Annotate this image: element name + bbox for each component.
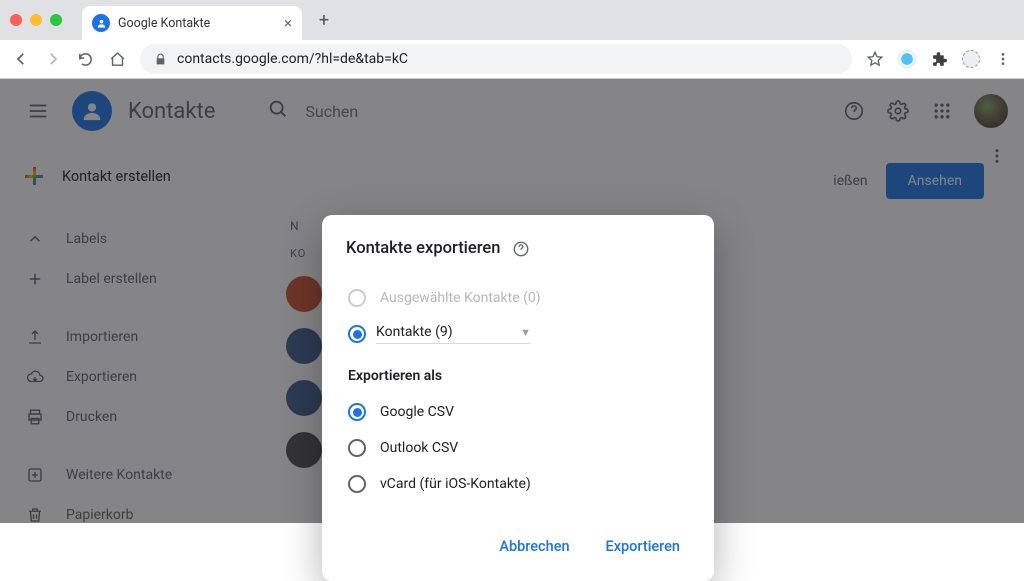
export-button[interactable]: Exportieren: [602, 532, 684, 561]
chevron-down-icon: ▼: [520, 326, 531, 339]
url-text: contacts.google.com/?hl=de&tab=kC: [177, 51, 408, 67]
new-tab-button[interactable]: +: [310, 6, 338, 34]
window-controls: [10, 14, 62, 26]
radio-label: vCard (für iOS-Kontakte): [380, 476, 531, 492]
radio-label: Outlook CSV: [380, 440, 458, 456]
browser-tab[interactable]: Google Kontakte ×: [82, 6, 302, 40]
app: Kontakte Kontakt erstellen Labels: [0, 79, 1024, 523]
export-dialog: Kontakte exportieren Ausgewählte Kontakt…: [322, 215, 714, 581]
dialog-header: Kontakte exportieren: [346, 239, 690, 258]
minimize-window-icon[interactable]: [30, 14, 42, 26]
browser-menu-icon[interactable]: [994, 51, 1012, 67]
close-tab-icon[interactable]: ×: [284, 14, 292, 32]
extension-icon-2[interactable]: [962, 50, 980, 68]
radio-format-vcard[interactable]: vCard (für iOS-Kontakte): [346, 466, 690, 502]
close-window-icon[interactable]: [10, 14, 22, 26]
radio-format-outlook[interactable]: Outlook CSV: [346, 430, 690, 466]
extensions-icon[interactable]: [930, 51, 948, 68]
radio-option-all[interactable]: Kontakte (9) ▼: [346, 316, 690, 352]
star-icon[interactable]: [866, 50, 884, 68]
tab-bar: Google Kontakte × +: [0, 0, 1024, 40]
format-heading: Exportieren als: [348, 368, 690, 384]
radio-format-google[interactable]: Google CSV: [346, 394, 690, 430]
cancel-button[interactable]: Abbrechen: [495, 532, 573, 561]
radio-icon[interactable]: [348, 439, 366, 457]
forward-button: [44, 50, 62, 68]
tab-title: Google Kontakte: [118, 16, 210, 31]
radio-icon[interactable]: [348, 403, 366, 421]
extension-icon-1[interactable]: [898, 50, 916, 68]
radio-icon[interactable]: [348, 325, 366, 343]
lock-icon: [154, 53, 167, 66]
maximize-window-icon[interactable]: [50, 14, 62, 26]
radio-icon: [348, 289, 366, 307]
browser-chrome: Google Kontakte × + contacts.google.com/…: [0, 0, 1024, 79]
radio-icon[interactable]: [348, 475, 366, 493]
select-value: Kontakte (9): [376, 324, 453, 340]
dialog-actions: Abbrechen Exportieren: [346, 524, 690, 571]
radio-label: Ausgewählte Kontakte (0): [380, 290, 541, 306]
home-button[interactable]: [108, 51, 126, 68]
radio-option-selected: Ausgewählte Kontakte (0): [346, 280, 690, 316]
help-icon[interactable]: [512, 240, 530, 258]
contacts-select[interactable]: Kontakte (9) ▼: [376, 324, 531, 344]
radio-label: Google CSV: [380, 404, 454, 420]
favicon-icon: [92, 14, 110, 32]
dialog-title: Kontakte exportieren: [346, 239, 500, 258]
toolbar-right: [866, 50, 1012, 68]
reload-button[interactable]: [76, 51, 94, 68]
url-input[interactable]: contacts.google.com/?hl=de&tab=kC: [140, 44, 852, 74]
back-button[interactable]: [12, 50, 30, 68]
address-bar: contacts.google.com/?hl=de&tab=kC: [0, 40, 1024, 78]
